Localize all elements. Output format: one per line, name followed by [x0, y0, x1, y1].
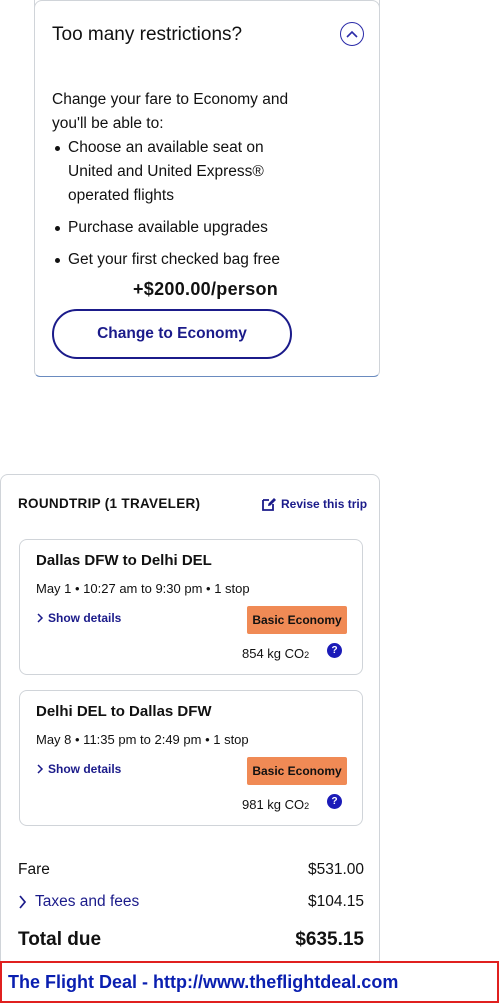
change-to-economy-button[interactable]: Change to Economy: [52, 309, 292, 359]
flight-route: Delhi DEL to Dallas DFW: [36, 703, 212, 720]
revise-trip-label: Revise this trip: [281, 497, 368, 511]
co2-value: 854 kg CO: [242, 646, 305, 661]
upgrade-offer-card: Too many restrictions? Change your fare …: [34, 0, 380, 377]
show-details-label: Show details: [48, 762, 122, 776]
flight-times: May 1 • 10:27 am to 9:30 pm • 1 stop: [36, 581, 250, 596]
upgrade-title: Too many restrictions?: [52, 24, 243, 45]
flight-segment-outbound: Dallas DFW to Delhi DEL May 1 • 10:27 am…: [19, 539, 363, 675]
co2-help-icon[interactable]: ?: [327, 794, 342, 809]
taxes-row: Taxes and fees $104.15: [18, 893, 364, 911]
chevron-right-icon: [37, 764, 44, 774]
trip-header: ROUNDTRIP (1 TRAVELER): [18, 496, 201, 511]
taxes-label: Taxes and fees: [35, 893, 140, 910]
show-details-link[interactable]: Show details: [36, 762, 121, 776]
co2-value: 981 kg CO: [242, 797, 305, 812]
co2-help-icon[interactable]: ?: [327, 643, 342, 658]
benefit-item: Choose an available seat on United and U…: [52, 136, 282, 208]
card-top-border: [34, 0, 380, 8]
fare-class-badge: Basic Economy: [247, 757, 347, 785]
total-row: Total due $635.15: [18, 929, 364, 951]
show-details-label: Show details: [48, 611, 122, 625]
chevron-right-icon: [19, 895, 27, 909]
show-details-link[interactable]: Show details: [36, 611, 121, 625]
revise-trip-link[interactable]: Revise this trip: [261, 496, 367, 512]
chevron-right-icon: [37, 613, 44, 623]
trip-summary-card: ROUNDTRIP (1 TRAVELER) Revise this trip …: [0, 474, 380, 974]
benefit-item: Purchase available upgrades: [52, 216, 352, 240]
watermark-banner: The Flight Deal - http://www.theflightde…: [0, 961, 499, 1003]
upgrade-price-delta: +$200.00/person: [133, 279, 279, 299]
taxes-value: $104.15: [307, 893, 364, 910]
flight-route: Dallas DFW to Delhi DEL: [36, 552, 212, 569]
flight-segment-return: Delhi DEL to Dallas DFW May 8 • 11:35 pm…: [19, 690, 363, 826]
flight-times: May 8 • 11:35 pm to 2:49 pm • 1 stop: [36, 732, 249, 747]
benefits-list: Choose an available seat on United and U…: [52, 136, 352, 280]
taxes-toggle[interactable]: Taxes and fees: [18, 893, 139, 911]
total-value: $635.15: [295, 929, 364, 950]
co2-subscript: 2: [304, 650, 310, 660]
benefit-item: Get your first checked bag free: [52, 248, 352, 272]
fare-row: Fare $531.00: [18, 861, 364, 879]
upgrade-intro: Change your fare to Economy and you'll b…: [52, 91, 289, 132]
watermark-text: The Flight Deal - http://www.theflightde…: [8, 971, 399, 992]
chevron-up-icon: [346, 30, 358, 38]
co2-emissions: 981 kg CO 2: [242, 797, 309, 812]
edit-icon: [262, 498, 276, 511]
fare-class-badge: Basic Economy: [247, 606, 347, 634]
fare-label: Fare: [18, 861, 50, 878]
co2-emissions: 854 kg CO 2: [242, 646, 309, 661]
fare-value: $531.00: [307, 861, 364, 878]
co2-subscript: 2: [304, 801, 310, 811]
collapse-button[interactable]: [340, 22, 364, 46]
total-label: Total due: [18, 929, 102, 950]
